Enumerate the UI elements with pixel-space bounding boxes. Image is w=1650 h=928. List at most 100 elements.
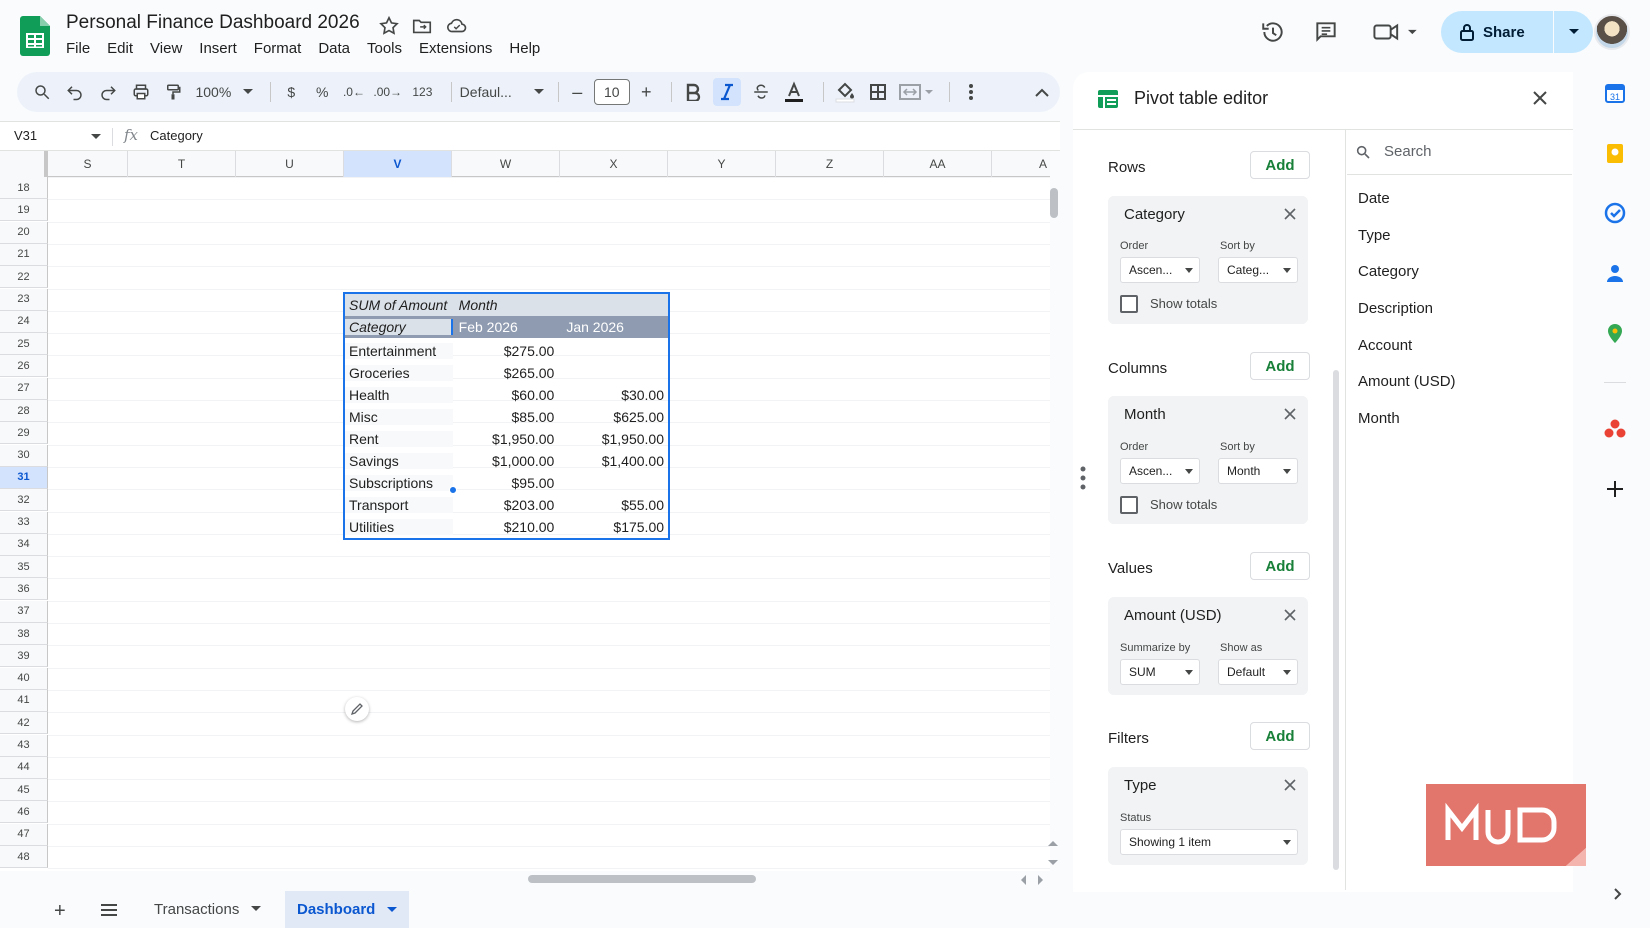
- order-select[interactable]: Ascen...: [1120, 458, 1200, 484]
- col-header[interactable]: AA: [884, 151, 992, 177]
- pivot-feb-cell[interactable]: $95.00: [453, 475, 561, 491]
- pivot-row-label[interactable]: Category: [345, 319, 453, 335]
- columns-add-button[interactable]: Add: [1250, 352, 1310, 380]
- row-header[interactable]: 30: [0, 444, 48, 467]
- col-header-selected[interactable]: V: [344, 151, 452, 177]
- resize-handle-icon[interactable]: [1080, 466, 1086, 490]
- col-header[interactable]: U: [236, 151, 344, 177]
- row-header[interactable]: 35: [0, 556, 48, 579]
- pivot-category-cell[interactable]: Transport: [345, 497, 453, 513]
- share-button[interactable]: Share: [1441, 11, 1593, 53]
- selection-handle[interactable]: [449, 486, 457, 494]
- name-box-dropdown-icon[interactable]: [91, 134, 101, 140]
- menu-view[interactable]: View: [150, 40, 190, 57]
- field-search-input[interactable]: Search: [1384, 143, 1432, 160]
- italic-icon[interactable]: [712, 78, 742, 106]
- field-item[interactable]: Type: [1358, 227, 1391, 244]
- pivot-feb-cell[interactable]: $275.00: [453, 343, 561, 359]
- row-header[interactable]: 20: [0, 221, 48, 244]
- pivot-feb-cell[interactable]: $1,000.00: [453, 453, 561, 469]
- meet-icon[interactable]: [1370, 18, 1420, 46]
- row-header[interactable]: 40: [0, 667, 48, 690]
- font-size-decrease-button[interactable]: –: [567, 78, 588, 106]
- pivot-jan-cell[interactable]: $30.00: [560, 387, 668, 403]
- scroll-left-icon[interactable]: [1020, 875, 1026, 885]
- menu-insert[interactable]: Insert: [199, 40, 245, 57]
- sort-by-select[interactable]: Month: [1218, 458, 1298, 484]
- percent-button[interactable]: %: [310, 78, 335, 106]
- field-item[interactable]: Account: [1358, 337, 1412, 354]
- pivot-jan-cell[interactable]: $625.00: [560, 409, 668, 425]
- pivot-value-label[interactable]: SUM of Amount: [345, 297, 453, 313]
- scroll-up-icon[interactable]: [1048, 840, 1058, 846]
- close-icon[interactable]: [1533, 91, 1547, 105]
- row-header[interactable]: 46: [0, 801, 48, 824]
- borders-icon[interactable]: [864, 78, 891, 106]
- pivot-feb-cell[interactable]: $203.00: [453, 497, 561, 513]
- add-icon[interactable]: [1604, 478, 1626, 500]
- status-select[interactable]: Showing 1 item: [1120, 829, 1298, 855]
- pivot-category-cell[interactable]: Rent: [345, 431, 453, 447]
- row-header[interactable]: 23: [0, 288, 48, 311]
- pivot-category-cell[interactable]: Savings: [345, 453, 453, 469]
- number-format-button[interactable]: 123: [408, 78, 437, 106]
- menu-extensions[interactable]: Extensions: [419, 40, 500, 57]
- pivot-category-cell[interactable]: Misc: [345, 409, 453, 425]
- pivot-jan-cell[interactable]: $1,400.00: [560, 453, 668, 469]
- row-header[interactable]: 18: [0, 177, 48, 199]
- pivot-jan-cell[interactable]: $1,950.00: [560, 431, 668, 447]
- strikethrough-icon[interactable]: [747, 78, 774, 106]
- pivot-feb-cell[interactable]: $265.00: [453, 365, 561, 381]
- row-header[interactable]: 37: [0, 600, 48, 623]
- pivot-feb-cell[interactable]: $60.00: [453, 387, 561, 403]
- currency-button[interactable]: $: [279, 78, 304, 106]
- row-header[interactable]: 22: [0, 266, 48, 289]
- comment-icon[interactable]: [1312, 18, 1340, 46]
- col-header[interactable]: Y: [668, 151, 776, 177]
- col-header[interactable]: W: [452, 151, 560, 177]
- row-header[interactable]: 43: [0, 734, 48, 757]
- menu-edit[interactable]: Edit: [107, 40, 141, 57]
- menu-data[interactable]: Data: [318, 40, 358, 57]
- font-select[interactable]: Defaul...: [460, 78, 544, 106]
- maps-icon[interactable]: [1604, 322, 1626, 344]
- sheets-logo-icon[interactable]: [20, 16, 50, 56]
- col-header[interactable]: T: [128, 151, 236, 177]
- row-header[interactable]: 36: [0, 578, 48, 601]
- search-icon[interactable]: [29, 78, 56, 106]
- show-as-select[interactable]: Default: [1218, 659, 1298, 685]
- redo-icon[interactable]: [95, 78, 122, 106]
- row-header[interactable]: 25: [0, 333, 48, 356]
- cloud-status-icon[interactable]: [446, 15, 468, 37]
- paint-format-icon[interactable]: [160, 78, 187, 106]
- row-header[interactable]: 28: [0, 400, 48, 422]
- field-item[interactable]: Month: [1358, 410, 1400, 427]
- values-add-button[interactable]: Add: [1250, 552, 1310, 580]
- row-header[interactable]: 39: [0, 645, 48, 668]
- show-totals-checkbox[interactable]: [1120, 295, 1138, 313]
- chevron-right-icon[interactable]: [1614, 888, 1622, 900]
- row-header-selected[interactable]: 31: [0, 466, 48, 489]
- show-totals-checkbox[interactable]: [1120, 496, 1138, 514]
- share-main[interactable]: Share: [1441, 11, 1553, 53]
- row-header[interactable]: 44: [0, 756, 48, 779]
- pivot-category-cell[interactable]: Subscriptions: [345, 475, 453, 491]
- row-header[interactable]: 41: [0, 689, 48, 712]
- order-select[interactable]: Ascen...: [1120, 257, 1200, 283]
- sort-by-select[interactable]: Categ...: [1218, 257, 1298, 283]
- font-size-box[interactable]: 10: [593, 78, 630, 106]
- text-color-icon[interactable]: [780, 78, 809, 106]
- merge-icon[interactable]: [897, 78, 935, 106]
- pivot-table[interactable]: SUM of Amount Month Category Feb 2026 Ja…: [343, 292, 670, 540]
- col-header[interactable]: Z: [776, 151, 884, 177]
- field-item[interactable]: Date: [1358, 190, 1390, 207]
- remove-field-close-icon[interactable]: [1284, 408, 1296, 420]
- row-header[interactable]: 38: [0, 623, 48, 645]
- filters-add-button[interactable]: Add: [1250, 722, 1310, 750]
- decrease-decimal-button[interactable]: .0 ←: [341, 78, 368, 106]
- row-header[interactable]: 21: [0, 243, 48, 266]
- formula-input[interactable]: Category: [150, 128, 203, 143]
- pivot-column-feb[interactable]: Feb 2026: [453, 319, 561, 335]
- keep-icon[interactable]: [1604, 142, 1626, 164]
- share-dropdown[interactable]: [1554, 11, 1593, 53]
